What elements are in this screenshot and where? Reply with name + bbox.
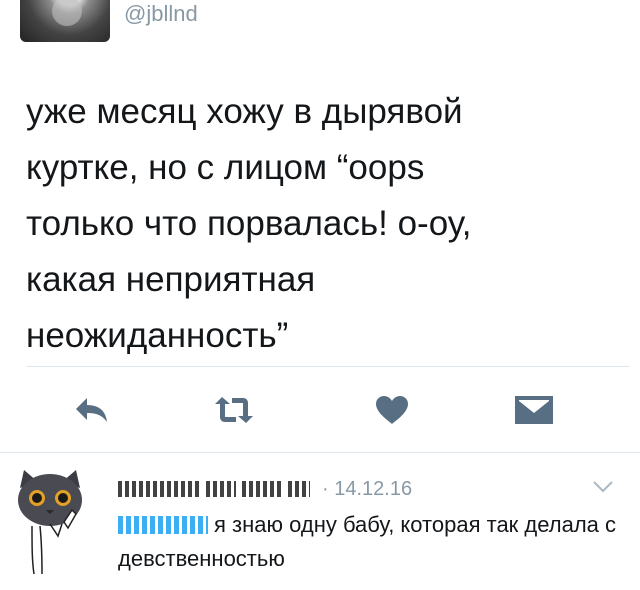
divider	[0, 452, 640, 453]
redacted-mention	[118, 516, 208, 534]
redacted-name	[118, 481, 200, 497]
redacted-name	[206, 481, 236, 497]
divider	[26, 366, 630, 367]
like-icon	[376, 396, 408, 424]
message-icon	[515, 396, 553, 424]
retweet-icon	[215, 397, 253, 423]
tweet-text: уже месяц хожу в дырявой куртке, но с ли…	[26, 92, 472, 355]
reply-meta: · 14.12.16	[118, 476, 412, 502]
like-button[interactable]	[368, 388, 416, 432]
reply-avatar[interactable]	[10, 466, 90, 576]
message-button[interactable]	[510, 388, 558, 432]
reply-icon	[76, 398, 107, 422]
redacted-handle	[288, 481, 310, 497]
reply-text: я знаю одну бабу, которая так делала с д…	[118, 508, 618, 576]
chevron-down-icon[interactable]	[592, 480, 614, 494]
author-avatar[interactable]	[20, 0, 110, 42]
reply-date: · 14.12.16	[322, 477, 413, 500]
redacted-handle	[242, 481, 282, 497]
retweet-button[interactable]	[210, 388, 258, 432]
author-handle[interactable]: @jbllnd	[124, 1, 198, 27]
reply-button[interactable]	[68, 388, 116, 432]
tweet-actions	[0, 388, 640, 432]
